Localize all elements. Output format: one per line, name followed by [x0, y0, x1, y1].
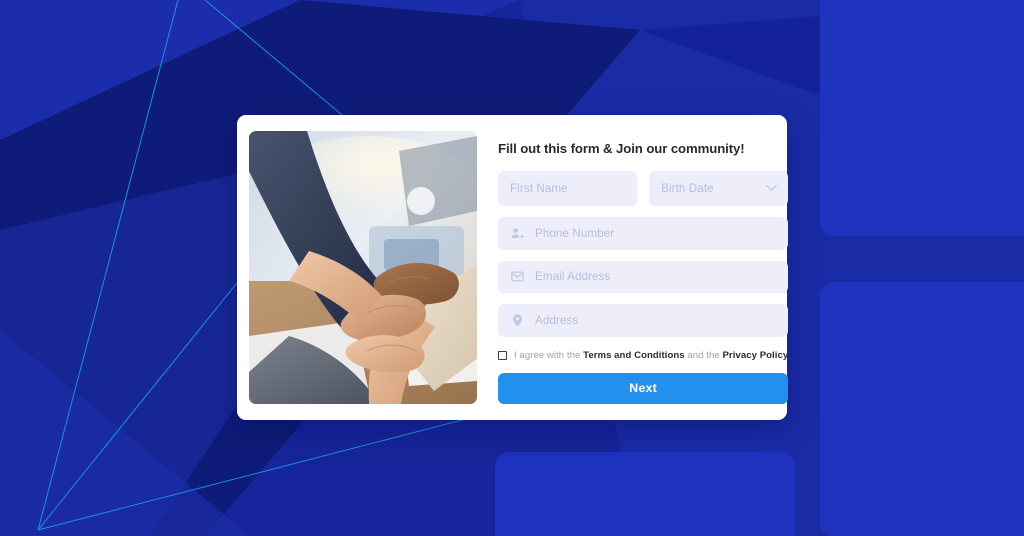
terms-and-conditions-link[interactable]: Terms and Conditions: [583, 350, 685, 361]
address-placeholder: Address: [535, 314, 579, 328]
bg-panel-bottom-center: [495, 452, 795, 536]
form-heading: Fill out this form & Join our community!: [498, 141, 745, 156]
terms-prefix: I agree with the: [514, 350, 584, 361]
signup-form: Fill out this form & Join our community!…: [498, 131, 789, 404]
bg-panel-bottom-right: [820, 282, 1024, 536]
privacy-policy-link[interactable]: Privacy Policy: [722, 350, 788, 361]
location-pin-icon: [510, 313, 525, 328]
phone-number-placeholder: Phone Number: [535, 226, 615, 240]
chevron-down-icon: [766, 185, 778, 192]
birth-date-select[interactable]: Birth Date: [649, 170, 789, 206]
form-row-name-birth: First Name Birth Date: [498, 170, 789, 206]
address-input[interactable]: Address: [498, 304, 789, 337]
first-name-placeholder: First Name: [510, 181, 568, 195]
bg-panel-top-right: [820, 0, 1024, 236]
terms-middle: and the: [684, 350, 723, 361]
first-name-input[interactable]: First Name: [498, 170, 638, 206]
phone-number-input[interactable]: Phone Number: [498, 216, 789, 250]
email-address-input[interactable]: Email Address: [498, 260, 789, 294]
person-add-icon: [510, 226, 525, 241]
email-icon: [510, 269, 525, 284]
teamwork-photo: [249, 131, 477, 404]
email-address-placeholder: Email Address: [535, 270, 611, 284]
page-root: Fill out this form & Join our community!…: [0, 0, 1024, 536]
terms-agreement-row[interactable]: I agree with the Terms and Conditions an…: [498, 350, 788, 361]
next-button[interactable]: Next: [498, 373, 789, 404]
terms-checkbox[interactable]: [498, 351, 507, 360]
birth-date-placeholder: Birth Date: [661, 181, 714, 195]
terms-label: I agree with the Terms and Conditions an…: [514, 350, 788, 361]
signup-card: Fill out this form & Join our community!…: [237, 115, 789, 420]
